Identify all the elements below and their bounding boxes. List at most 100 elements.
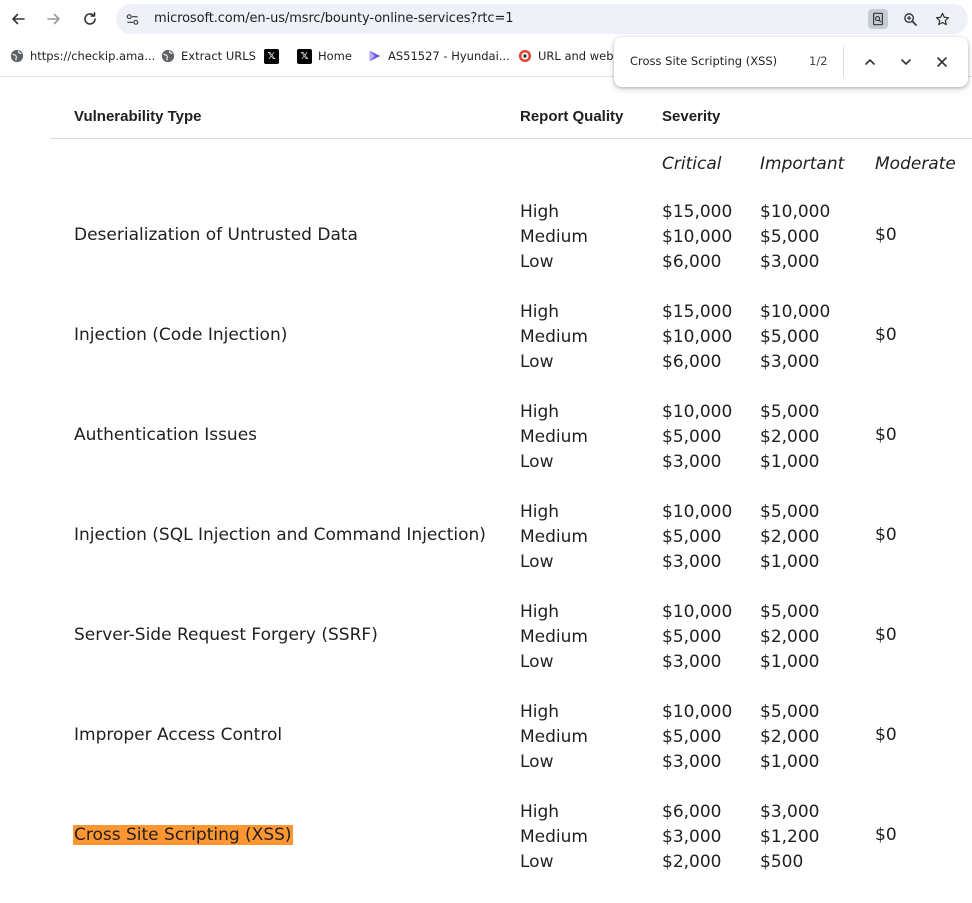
severity-moderate: Moderate (875, 154, 956, 174)
bounty-amount: $5,000 (662, 527, 722, 547)
zoom-icon[interactable] (900, 9, 920, 29)
bounty-amount: $15,000 (662, 302, 733, 322)
moderate-bounty-cell: $0 (875, 625, 897, 645)
report-quality-cell: High Medium Low (520, 500, 588, 575)
bounty-amount: $3,000 (662, 652, 722, 672)
severity-important: Important (760, 154, 845, 174)
arrow-right-icon (47, 13, 60, 25)
bounty-amount: $3,000 (662, 452, 722, 472)
important-bounty-cell: $10,000 $5,000 $3,000 (760, 200, 830, 275)
quality-label: Low (520, 352, 554, 372)
find-next-button[interactable] (894, 50, 918, 74)
moderate-bounty-cell: $0 (875, 725, 897, 745)
important-bounty-cell: $10,000 $5,000 $3,000 (760, 300, 830, 375)
bounty-amount: $3,000 (662, 827, 722, 847)
forward-button[interactable] (41, 6, 67, 32)
quality-label: High (520, 302, 560, 322)
find-in-page-icon[interactable] (868, 9, 888, 29)
bookmark-label: Extract URLS (181, 49, 256, 63)
important-bounty-cell: $5,000 $2,000 $1,000 (760, 500, 819, 575)
arrow-left-icon (12, 13, 25, 25)
back-button[interactable] (5, 6, 31, 32)
report-quality-cell: High Medium Low (520, 400, 588, 475)
critical-bounty-cell: $10,000 $5,000 $3,000 (662, 600, 732, 675)
globe-icon (160, 49, 175, 64)
critical-bounty-cell: $15,000 $10,000 $6,000 (662, 300, 732, 375)
bgp-icon (367, 49, 382, 64)
bookmark-label: https://checkip.ama... (30, 49, 156, 63)
important-bounty-cell: $5,000 $2,000 $1,000 (760, 600, 819, 675)
site-info-icon[interactable] (124, 11, 140, 27)
table-row: Cross Site Scripting (XSS) High Medium Low $… (50, 793, 972, 893)
severity-critical: Critical (662, 154, 722, 174)
bookmark-item[interactable]: Extract URLS (160, 47, 256, 65)
bounty-amount: $5,000 (760, 602, 820, 622)
quality-label: Low (520, 852, 554, 872)
url-text[interactable]: microsoft.com/en-us/msrc/bounty-online-s… (154, 11, 514, 26)
bounty-amount: $2,000 (760, 527, 820, 547)
quality-label: High (520, 802, 560, 822)
quality-label: High (520, 402, 560, 422)
table-row: Improper Access Control High Medium Low $10,… (50, 693, 972, 793)
find-previous-button[interactable] (858, 50, 882, 74)
moderate-bounty-cell: $0 (875, 325, 897, 345)
bounty-amount: $3,000 (760, 352, 820, 372)
target-icon (517, 49, 532, 64)
bounty-amount: $10,000 (662, 702, 733, 722)
globe-icon (9, 49, 24, 64)
header-report-quality: Report Quality (520, 108, 624, 125)
bookmark-item[interactable]: URL and webs (517, 47, 620, 65)
address-bar[interactable]: microsoft.com/en-us/msrc/bounty-online-s… (116, 4, 968, 34)
bookmark-item[interactable]: AS51527 - Hyundai... (367, 47, 510, 65)
quality-label: Medium (520, 727, 588, 747)
bookmark-label: URL and webs (538, 49, 620, 63)
find-match-count: 1/2 (809, 54, 828, 68)
important-bounty-cell: $5,000 $2,000 $1,000 (760, 700, 819, 775)
bounty-amount: $5,000 (662, 427, 722, 447)
bookmark-item[interactable]: 𝕏 (264, 47, 279, 65)
bounty-amount: $10,000 (662, 402, 733, 422)
bounty-amount: $3,000 (662, 552, 722, 572)
critical-bounty-cell: $6,000 $3,000 $2,000 (662, 800, 721, 875)
bookmark-item[interactable]: 𝕏 Home (297, 47, 352, 65)
report-quality-cell: High Medium Low (520, 800, 588, 875)
bounty-amount: $1,000 (760, 552, 820, 572)
bounty-amount: $10,000 (760, 202, 831, 222)
critical-bounty-cell: $10,000 $5,000 $3,000 (662, 400, 732, 475)
quality-label: Low (520, 252, 554, 272)
bounty-amount: $10,000 (662, 327, 733, 347)
x-logo-icon: 𝕏 (297, 48, 312, 64)
bounty-amount: $6,000 (662, 352, 722, 372)
header-vulnerability-type: Vulnerability Type (74, 108, 202, 125)
report-quality-cell: High Medium Low (520, 600, 588, 675)
report-quality-cell: High Medium Low (520, 300, 588, 375)
find-close-button[interactable] (930, 50, 954, 74)
quality-label: Medium (520, 827, 588, 847)
bounty-amount: $5,000 (662, 727, 722, 747)
find-divider (843, 47, 844, 77)
moderate-bounty-cell: $0 (875, 825, 897, 845)
header-severity: Severity (662, 108, 721, 125)
bookmark-label: Home (318, 49, 352, 63)
bounty-amount: $5,000 (760, 227, 820, 247)
quality-label: Medium (520, 227, 588, 247)
find-input[interactable]: Cross Site Scripting (XSS) (630, 54, 777, 68)
header-divider (50, 138, 972, 139)
reload-button[interactable] (77, 6, 103, 32)
bounty-amount: $2,000 (760, 627, 820, 647)
vulnerability-name: Injection (Code Injection) (74, 325, 288, 345)
bounty-amount: $3,000 (760, 802, 820, 822)
bookmark-item[interactable]: https://checkip.ama... (9, 47, 155, 65)
find-bar: Cross Site Scripting (XSS) 1/2 (614, 37, 968, 87)
bookmark-label: AS51527 - Hyundai... (388, 49, 510, 63)
vulnerability-name: Improper Access Control (74, 725, 283, 745)
bounty-amount: $1,200 (760, 827, 820, 847)
quality-label: Medium (520, 527, 588, 547)
find-match-highlight: Cross Site Scripting (XSS) (73, 825, 293, 845)
vulnerability-name: Server-Side Request Forgery (SSRF) (74, 625, 378, 645)
bookmark-star-icon[interactable] (932, 9, 952, 29)
bounty-amount: $500 (760, 852, 804, 872)
critical-bounty-cell: $10,000 $5,000 $3,000 (662, 700, 732, 775)
quality-label: High (520, 202, 560, 222)
critical-bounty-cell: $10,000 $5,000 $3,000 (662, 500, 732, 575)
